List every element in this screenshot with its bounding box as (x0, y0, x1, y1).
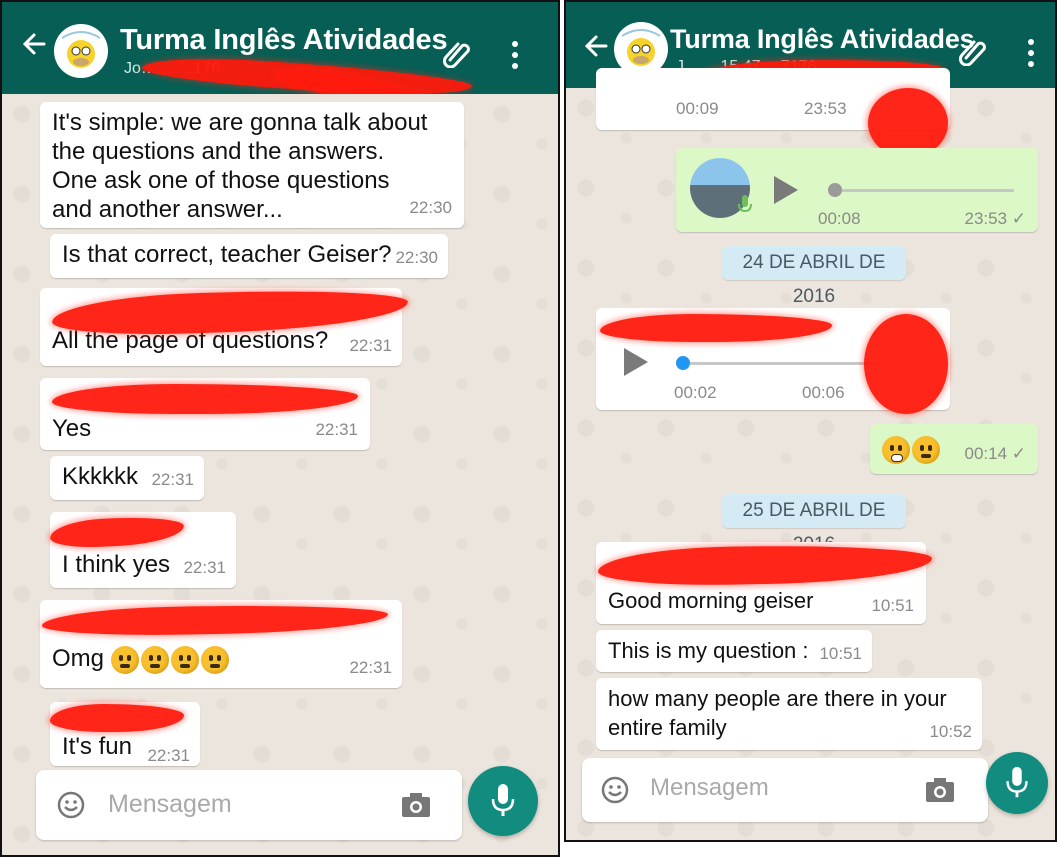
message-time: 00:14 ✓ (964, 444, 1026, 463)
message-text: Yes (52, 415, 92, 442)
message-bubble[interactable]: This is my question : 10:51 (596, 630, 872, 672)
chat-area[interactable]: 00:09 23:53 00:08 23:53 ✓ 24 DE ABRIL DE… (566, 68, 1055, 840)
message-time: 22:31 (315, 420, 358, 439)
winking-emoji-icon (912, 435, 940, 464)
grimacing-emoji-icon (882, 435, 910, 464)
message-time: 10:51 (871, 596, 914, 615)
message-time: 22:30 (409, 198, 452, 217)
chat-title[interactable]: Turma Inglês Atividades (670, 24, 975, 55)
mic-icon (491, 784, 515, 816)
message-time: 23:53 ✓ (964, 209, 1026, 228)
right-chat-screen: Turma Inglês Atividades J… …15 47 …7176 … (564, 0, 1057, 842)
message-input-bar[interactable]: Mensagem (582, 758, 988, 822)
frowning-emoji-icon (110, 645, 139, 674)
frowning-emoji-icon (140, 645, 169, 674)
message-text-label: Omg (52, 645, 105, 672)
mic-small-icon (738, 195, 752, 213)
message-input[interactable]: Mensagem (108, 790, 232, 819)
audio-progress-thumb[interactable] (828, 183, 842, 197)
mic-button[interactable] (986, 752, 1048, 814)
message-text: It's fun (62, 733, 132, 760)
message-time: 23:53 (804, 99, 847, 118)
mic-icon (1006, 766, 1028, 798)
message-time: 22:31 (183, 558, 226, 577)
left-chat-screen: Turma Inglês Atividades Jo… ……176 It's s… (0, 0, 560, 857)
back-arrow-icon[interactable] (582, 28, 612, 64)
message-time: 10:52 (929, 722, 972, 741)
message-text: I think yes (62, 551, 171, 578)
message-time: 22:30 (395, 248, 438, 267)
message-bubble[interactable]: 00:14 ✓ (870, 424, 1038, 474)
message-text: This is my question : (608, 638, 809, 663)
camera-icon[interactable] (400, 790, 432, 820)
message-bubble[interactable]: Kkkkkk 22:31 (50, 456, 204, 500)
message-text: Omg (52, 644, 231, 674)
message-text: Good morning geiser (608, 588, 814, 613)
chat-title[interactable]: Turma Inglês Atividades (120, 24, 448, 57)
message-time: 22:31 (151, 470, 194, 489)
emoji-icon[interactable] (600, 775, 630, 805)
message-text: how many people are there in your entire… (608, 686, 947, 740)
group-avatar[interactable] (54, 24, 108, 78)
audio-progress-thumb[interactable] (676, 356, 690, 370)
message-text (882, 434, 942, 464)
paperclip-icon[interactable] (958, 36, 988, 66)
message-time: 22:31 (147, 746, 190, 765)
homer-avatar-icon (55, 25, 107, 77)
audio-duration: 00:06 (802, 383, 845, 402)
message-time: 22:31 (349, 336, 392, 355)
chat-header: Turma Inglês Atividades Jo… ……176 (2, 2, 558, 128)
voice-message-bubble[interactable]: 00:08 23:53 ✓ (676, 148, 1038, 232)
audio-duration: 00:09 (676, 99, 719, 118)
message-bubble[interactable]: how many people are there in your entire… (596, 678, 982, 750)
paperclip-icon[interactable] (442, 38, 472, 68)
back-arrow-icon[interactable] (20, 26, 50, 62)
message-text: Is that correct, teacher Geiser? (62, 241, 392, 268)
play-icon[interactable] (774, 176, 798, 204)
date-divider: 25 DE ABRIL DE 2016 (722, 494, 906, 555)
more-vert-icon[interactable] (510, 40, 520, 70)
chat-area[interactable]: It's simple: we are gonna talk about the… (2, 94, 558, 855)
message-text: Kkkkkk (62, 463, 139, 490)
camera-icon[interactable] (924, 775, 956, 805)
play-icon[interactable] (624, 348, 648, 376)
redaction-mark (864, 314, 948, 414)
message-input-bar[interactable]: Mensagem (36, 770, 462, 840)
message-time: 22:31 (349, 658, 392, 677)
message-time: 10:51 (819, 644, 862, 663)
message-input[interactable]: Mensagem (650, 774, 769, 802)
more-vert-icon[interactable] (1026, 38, 1036, 68)
audio-progress-track[interactable] (842, 189, 1014, 192)
audio-duration: 00:08 (818, 209, 861, 228)
audio-position: 00:02 (674, 383, 717, 402)
message-text: It's simple: we are gonna talk about the… (52, 109, 428, 223)
emoji-icon[interactable] (56, 790, 86, 820)
mic-button[interactable] (468, 766, 538, 836)
date-divider: 24 DE ABRIL DE 2016 (722, 246, 906, 307)
frowning-emoji-icon (170, 645, 199, 674)
audio-progress-track[interactable] (690, 362, 876, 365)
message-bubble[interactable]: Is that correct, teacher Geiser? 22:30 (50, 234, 448, 278)
frowning-emoji-icon (200, 645, 229, 674)
message-bubble[interactable]: It's simple: we are gonna talk about the… (40, 102, 464, 228)
